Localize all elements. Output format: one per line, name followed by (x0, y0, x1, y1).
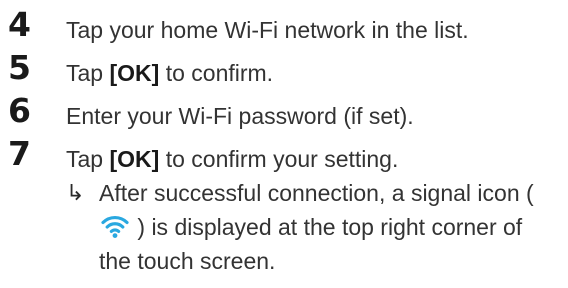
step-4: 4 Tap your home Wi-Fi network in the lis… (8, 6, 564, 49)
step-text-prefix: Tap (66, 146, 110, 172)
step-text-prefix: Tap (66, 60, 110, 86)
ok-button-label: [OK] (109, 60, 160, 86)
instruction-steps: 4 Tap your home Wi-Fi network in the lis… (8, 6, 564, 278)
step-7: 7 Tap [OK] to confirm your setting. (8, 135, 564, 178)
ok-button-label: [OK] (109, 146, 160, 172)
step-text: Enter your Wi-Fi password (if set). (66, 103, 414, 129)
step-text-suffix: to confirm. (159, 60, 274, 86)
step-result: ↳ After successful connection, a signal … (66, 176, 564, 278)
step-text: Tap your home Wi-Fi network in the list. (66, 17, 469, 43)
step-number: 5 (8, 48, 31, 87)
step-text: Tap [OK] to confirm your setting. (66, 135, 398, 178)
step-text-suffix: to confirm your setting. (159, 146, 399, 172)
result-arrow-icon: ↳ (66, 180, 85, 205)
step-6: 6 Enter your Wi-Fi password (if set). (8, 92, 564, 135)
result-text-after: ) is displayed at the top right corner o… (99, 214, 523, 274)
wifi-icon (101, 215, 129, 238)
step-number: 7 (8, 134, 31, 173)
result-text: After successful connection, a signal ic… (99, 176, 539, 278)
step-text: Tap [OK] to confirm. (66, 49, 273, 92)
step-number: 4 (8, 5, 31, 44)
step-5: 5 Tap [OK] to confirm. (8, 49, 564, 92)
step-number: 6 (8, 91, 31, 130)
result-text-before: After successful connection, a signal ic… (99, 180, 534, 206)
